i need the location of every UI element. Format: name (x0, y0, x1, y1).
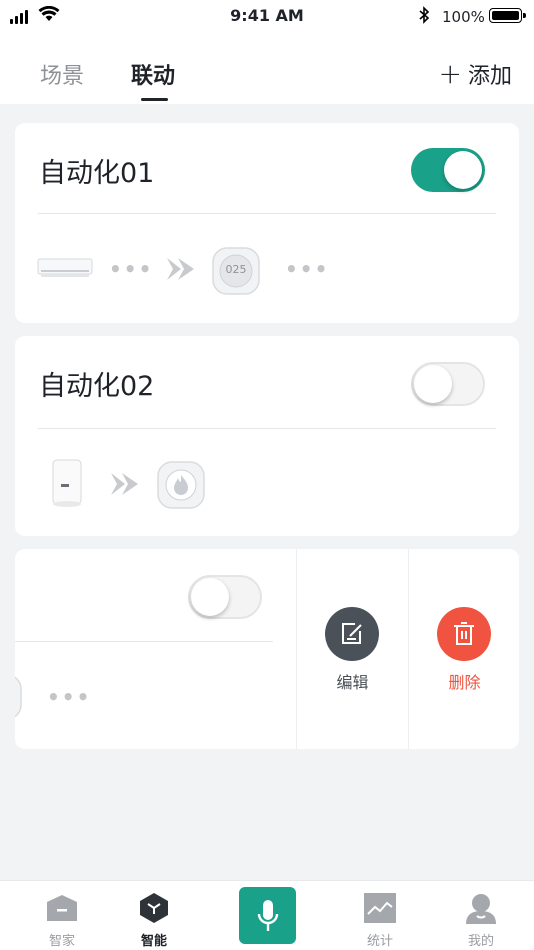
top-nav: 场景 联动 + 添加 (0, 34, 534, 104)
smart-cube-icon (140, 893, 168, 923)
bottom-tab-bar: 智家 智能 统计 我的 (0, 880, 534, 950)
active-tab-indicator (141, 98, 168, 101)
automation-card-1[interactable]: 自动化01 ••• 025 ••• (15, 123, 519, 323)
home-icon (47, 895, 77, 921)
motion-sensor-icon (52, 459, 82, 507)
tab-profile[interactable]: 我的 (451, 891, 511, 949)
add-button-label: 添加 (467, 64, 512, 89)
user-icon (466, 894, 496, 924)
air-conditioner-icon (37, 258, 93, 277)
delete-button[interactable] (437, 607, 491, 661)
smoke-detector-icon (157, 461, 205, 509)
toggle-knob (191, 578, 229, 616)
add-button[interactable]: + 添加 (439, 58, 512, 90)
more-conditions-icon: ••• (109, 257, 154, 281)
plus-icon: + (438, 57, 462, 90)
delete-label: 删除 (448, 673, 481, 692)
edit-icon (342, 623, 362, 644)
card-divider (15, 641, 273, 642)
tab-home-label: 智家 (48, 934, 75, 949)
thermostat-reading: 025 (225, 263, 247, 276)
automation-card-2[interactable]: 自动化02 (15, 336, 519, 536)
automation-title: 自动化02 (39, 371, 155, 402)
tab-profile-label: 我的 (467, 934, 494, 949)
status-bar: 9:41 AM 100% (0, 0, 534, 34)
tab-stats-label: 统计 (366, 934, 393, 949)
voice-button[interactable] (239, 887, 296, 944)
tab-smart[interactable]: 智能 (124, 891, 184, 949)
tab-stats[interactable]: 统计 (350, 891, 410, 949)
card-divider (38, 428, 496, 429)
more-actions-icon: ••• (285, 257, 330, 281)
tab-linkage[interactable]: 联动 (131, 58, 175, 90)
edit-label: 编辑 (336, 673, 369, 692)
edit-action[interactable]: 编辑 (296, 549, 408, 749)
device-icon (15, 676, 22, 718)
toggle-knob (444, 151, 482, 189)
automation-title: 自动化01 (39, 158, 155, 189)
battery-icon (489, 8, 526, 23)
tab-smart-label: 智能 (140, 934, 167, 949)
automation-card-3[interactable]: ••• 编辑 删除 (15, 549, 519, 749)
card-divider (38, 213, 496, 214)
trigger-arrow-icon (111, 473, 138, 495)
delete-action[interactable]: 删除 (408, 549, 519, 749)
bluetooth-icon (419, 6, 430, 24)
automation-toggle[interactable] (188, 575, 262, 619)
tab-scene[interactable]: 场景 (40, 58, 84, 90)
battery-percentage: 100% (442, 8, 485, 26)
trigger-arrow-icon (167, 258, 194, 280)
edit-button[interactable] (325, 607, 379, 661)
automation-toggle[interactable] (411, 362, 485, 406)
tab-home[interactable]: 智家 (32, 891, 92, 949)
stats-chart-icon (364, 893, 396, 923)
automation-toggle[interactable] (411, 148, 485, 192)
microphone-icon (257, 899, 278, 931)
toggle-knob (414, 365, 452, 403)
trash-icon (454, 622, 474, 645)
more-actions-icon: ••• (47, 685, 92, 709)
